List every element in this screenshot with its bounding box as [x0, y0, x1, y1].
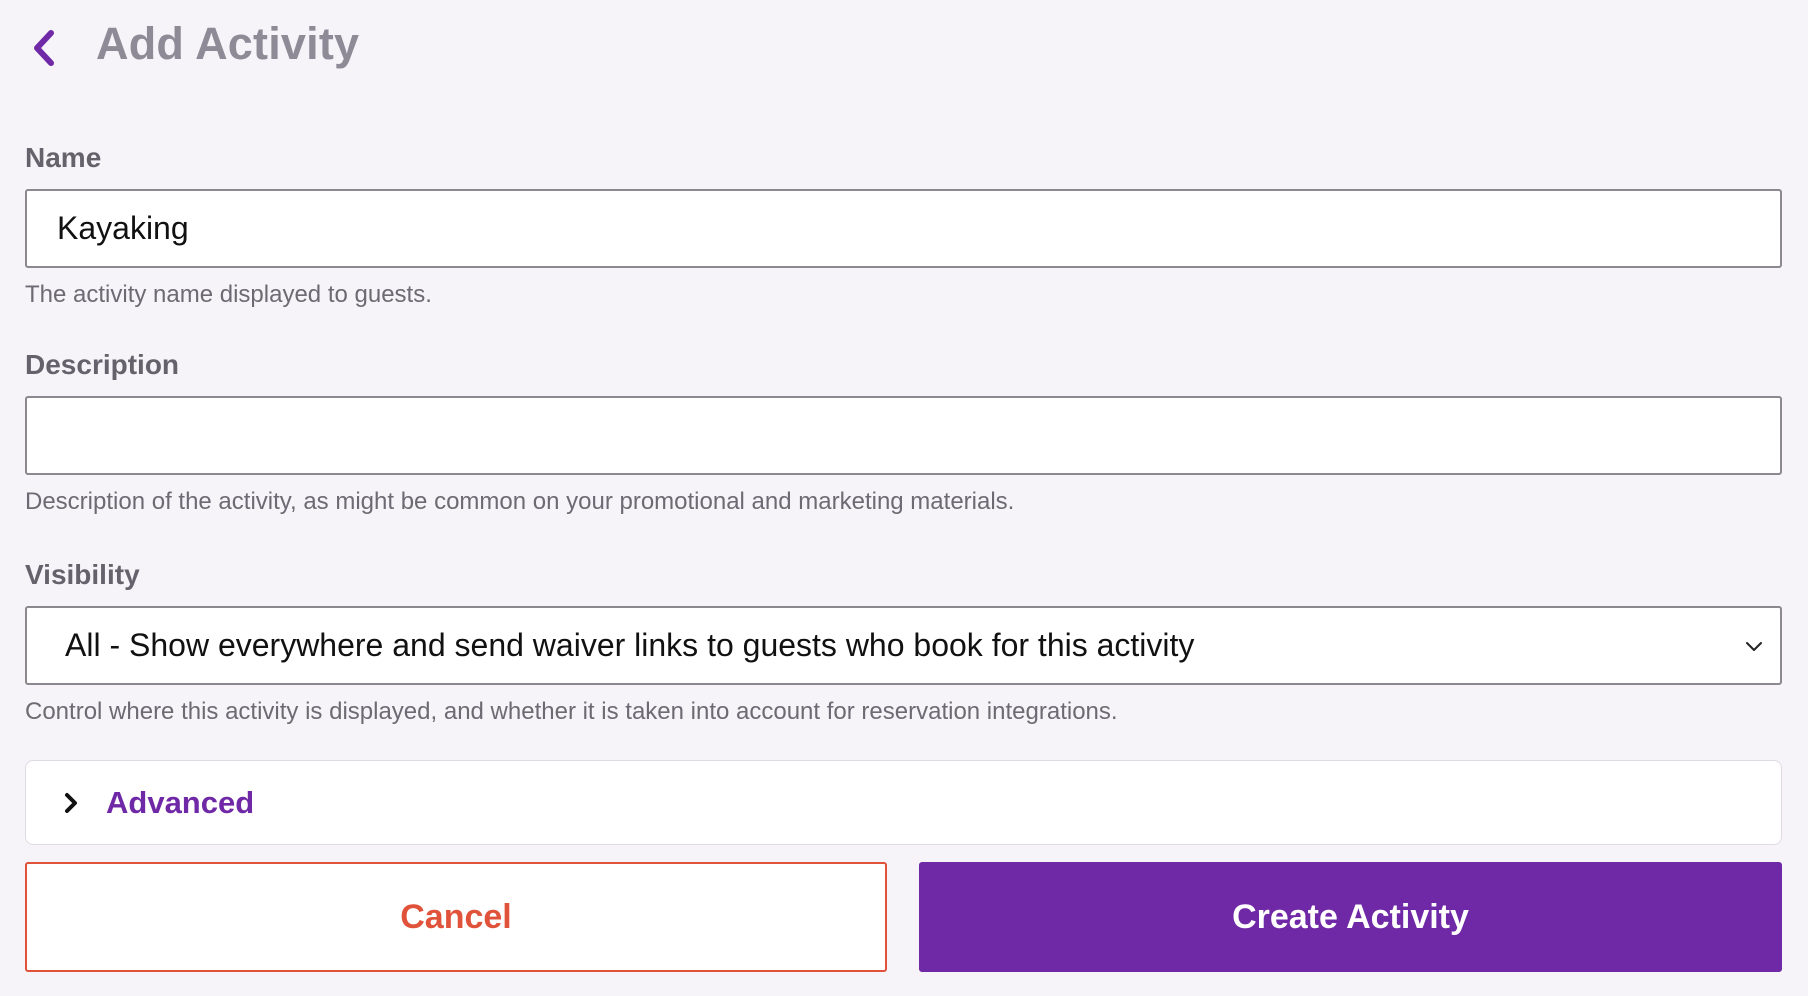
chevron-right-icon	[65, 792, 77, 813]
page-header: Add Activity	[0, 0, 1808, 100]
advanced-label: Advanced	[106, 784, 255, 820]
advanced-toggle[interactable]: Advanced	[25, 760, 1782, 845]
visibility-label: Visibility	[25, 559, 140, 590]
create-activity-button[interactable]: Create Activity	[919, 862, 1782, 972]
name-help-text: The activity name displayed to guests.	[25, 281, 432, 308]
visibility-help-text: Control where this activity is displayed…	[25, 698, 1118, 725]
name-label: Name	[25, 142, 102, 173]
description-input[interactable]	[25, 396, 1782, 475]
description-label: Description	[25, 349, 180, 380]
chevron-down-icon	[1746, 642, 1762, 651]
page-title: Add Activity	[96, 18, 360, 69]
visibility-selected-value: All - Show everywhere and send waiver li…	[65, 627, 1195, 663]
visibility-select[interactable]: All - Show everywhere and send waiver li…	[25, 606, 1782, 685]
name-input[interactable]	[25, 189, 1782, 268]
add-activity-page: Add Activity Name The activity name disp…	[0, 0, 1808, 996]
description-help-text: Description of the activity, as might be…	[25, 488, 1015, 515]
back-button[interactable]	[22, 22, 66, 74]
cancel-button[interactable]: Cancel	[25, 862, 887, 972]
chevron-left-icon	[34, 30, 54, 66]
